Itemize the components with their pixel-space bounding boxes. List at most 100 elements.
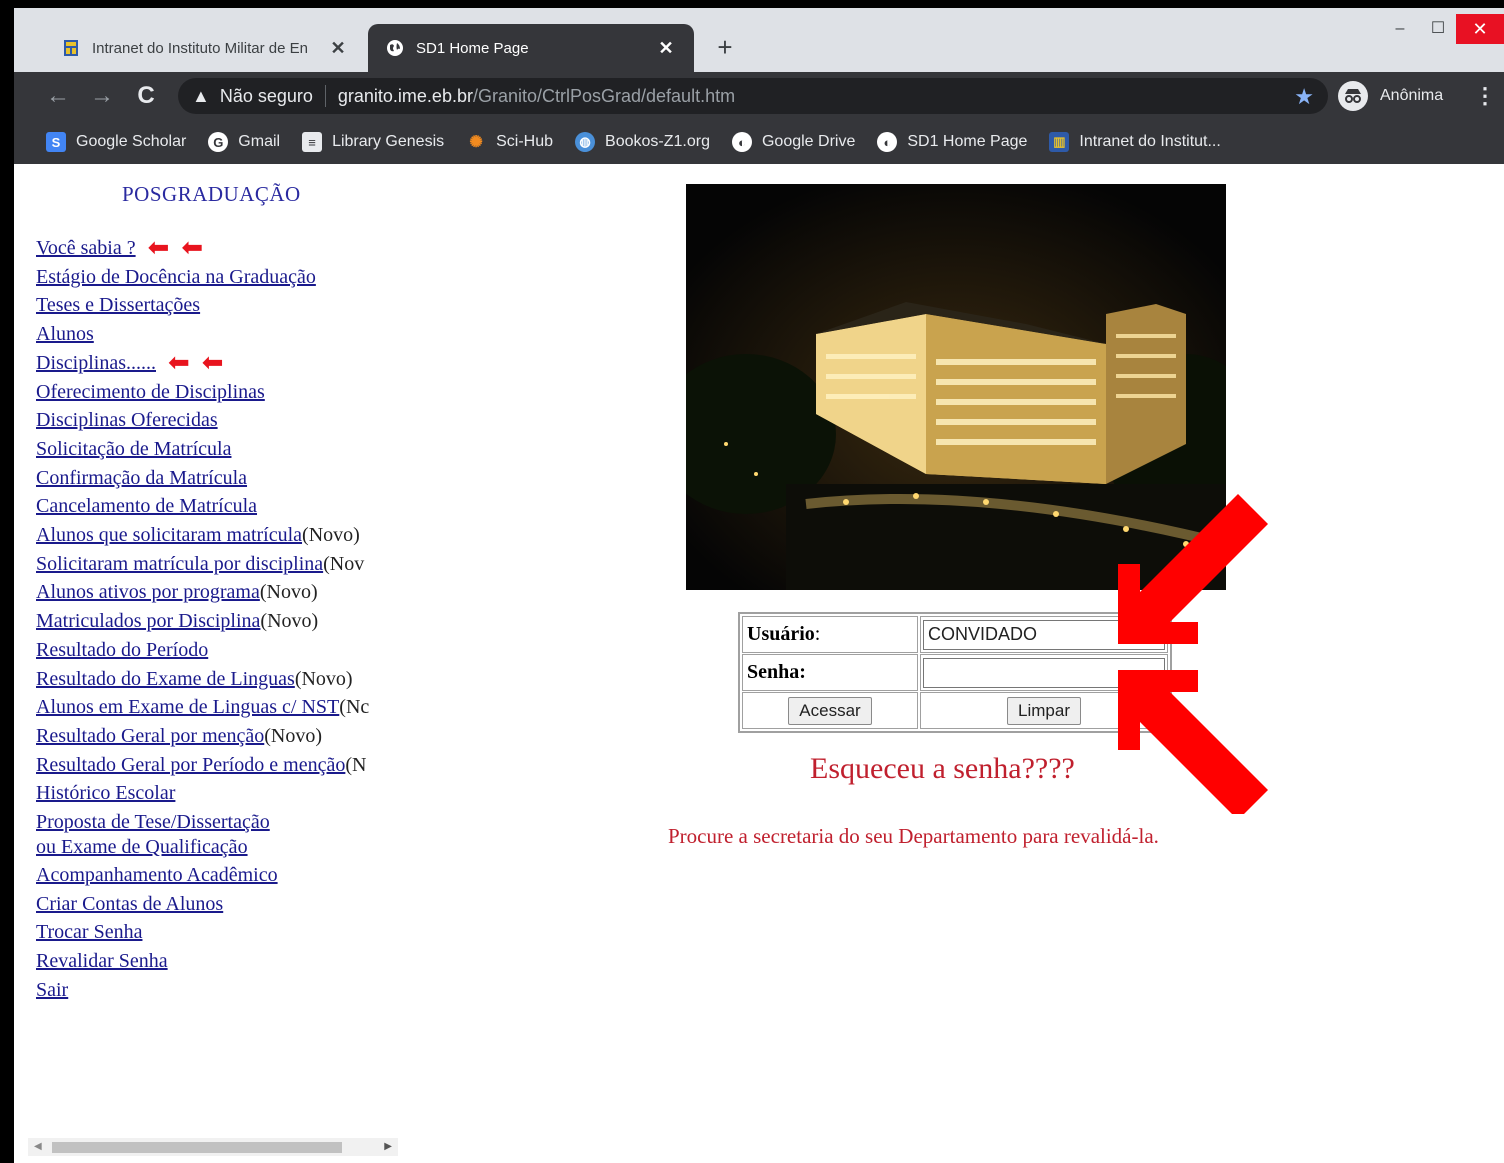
bookmark-gmail[interactable]: G Gmail [208,132,280,152]
red-arrow-icon: ⬅ [147,233,170,262]
bookmarks-bar: S Google Scholar G Gmail ≡ Library Genes… [14,120,1504,164]
forgot-password-instruction: Procure a secretaria do seu Departamento… [668,824,1159,848]
tab-sd1-home[interactable]: SD1 Home Page ✕ [368,24,694,72]
link[interactable]: Alunos [36,323,94,345]
link[interactable]: Solicitação de Matrícula [36,438,231,460]
bookmark-label: Sci-Hub [496,133,554,150]
sidebar-item-estagio: Estágio de Docência na Graduação [36,263,398,292]
sidebar-item-sair: Sair [36,976,398,1005]
bookmark-bookos[interactable]: ◍ Bookos-Z1.org [575,132,710,152]
browser-window: Intranet do Instituto Militar de En ✕ SD… [14,8,1504,1163]
username-label: Usuário : [742,616,918,653]
link[interactable]: Criar Contas de Alunos [36,893,223,915]
bookmark-library-genesis[interactable]: ≡ Library Genesis [302,132,444,152]
address-bar[interactable]: ▲ Não seguro granito.ime.eb.br/Granito/C… [178,78,1328,114]
username-input[interactable] [923,619,1165,650]
close-icon[interactable]: ✕ [328,38,348,59]
sidebar-item-matriculados: Matriculados por Disciplina(Novo) [36,607,398,636]
bookmark-label: Library Genesis [332,133,445,150]
new-badge: (Novo) [259,581,318,604]
link[interactable]: Disciplinas Oferecidas [36,409,218,431]
link[interactable]: Confirmação da Matrícula [36,467,247,489]
link[interactable]: Oferecimento de Disciplinas [36,381,265,403]
window-close-button[interactable]: ✕ [1456,14,1504,44]
sidebar-item-alunos-solicitaram: Alunos que solicitaram matrícula(Novo) [36,521,398,550]
link[interactable]: Resultado Geral por menção [36,725,264,747]
sidebar-item-voce-sabia: Você sabia ? ⬅ ⬅ [36,233,398,263]
link[interactable]: Alunos em Exame de Linguas c/ NST [36,696,339,718]
bookmark-intranet[interactable]: ▥ Intranet do Institut... [1049,132,1221,152]
sidebar-item-revalidar-senha: Revalidar Senha [36,947,398,976]
link[interactable]: Cancelamento de Matrícula [36,495,257,517]
sidebar-item-alunos-ativos: Alunos ativos por programa(Novo) [36,578,398,607]
back-arrow-icon[interactable]: ← [42,80,74,112]
link[interactable]: Trocar Senha [36,921,142,943]
link[interactable]: Alunos que solicitaram matrícula [36,524,302,546]
bookmark-label: Gmail [238,133,281,150]
new-tab-button[interactable]: + [710,32,740,62]
new-badge: (Nc [339,696,370,719]
divider [324,85,326,107]
limpar-button[interactable]: Limpar [1007,696,1081,725]
sidebar-item-cancelamento-matricula: Cancelamento de Matrícula [36,492,398,521]
google-scholar-icon: S [46,132,66,152]
link[interactable]: Resultado Geral por Período e menção [36,754,345,776]
scroll-right-icon[interactable]: ▶ [384,1138,392,1156]
link[interactable]: Disciplinas...... [36,352,156,374]
close-icon[interactable]: ✕ [656,38,676,59]
link[interactable]: Alunos ativos por programa [36,581,260,603]
sidebar-item-alunos: Alunos [36,320,398,349]
profile-label: Anônima [1380,87,1444,104]
security-label[interactable]: Não seguro [220,86,313,107]
sidebar-item-acompanhamento: Acompanhamento Acadêmico [36,861,398,890]
link[interactable]: ou Exame de Qualificação [36,836,248,858]
tab-intranet[interactable]: Intranet do Instituto Militar de En ✕ [44,24,366,72]
bookmark-google-drive[interactable]: ◐ Google Drive [731,132,856,152]
incognito-icon [1338,81,1368,111]
scrollbar-thumb[interactable] [52,1142,342,1153]
link[interactable]: Proposta de Tese/Dissertação [36,811,270,833]
minimize-button[interactable]: – [1380,14,1420,44]
bookmark-sd1-home[interactable]: ◐ SD1 Home Page [877,132,1027,152]
link[interactable]: Acompanhamento Acadêmico [36,864,278,886]
scroll-left-icon[interactable]: ◀ [34,1138,42,1156]
username-label-text: Usuário [747,623,815,645]
link[interactable]: Histórico Escolar [36,782,175,804]
link[interactable]: Sair [36,979,68,1001]
url-path: /Granito/CtrlPosGrad/default.htm [472,85,736,106]
sidebar-item-proposta-tese: Proposta de Tese/Dissertação [36,810,398,834]
sidebar-item-exame-qualificacao: ou Exame de Qualificação [36,834,398,861]
link[interactable]: Teses e Dissertações [36,294,200,316]
reload-icon[interactable]: C [130,80,162,112]
sidebar-item-oferecimento: Oferecimento de Disciplinas [36,378,398,407]
maximize-button[interactable]: ☐ [1418,14,1458,44]
sidebar-item-disciplinas-oferecidas: Disciplinas Oferecidas [36,406,398,435]
horizontal-scrollbar[interactable]: ◀ ▶ [28,1138,398,1156]
sidebar-item-resultado-periodo: Resultado do Período [36,636,398,665]
forward-arrow-icon[interactable]: → [86,80,118,112]
link[interactable]: Revalidar Senha [36,950,168,972]
link[interactable]: Resultado do Período [36,639,208,661]
new-badge: (Novo) [294,667,353,690]
password-input[interactable] [923,657,1165,688]
link[interactable]: Estágio de Docência na Graduação [36,266,316,288]
new-badge: (Novo) [260,610,319,633]
bookmark-sci-hub[interactable]: ✺ Sci-Hub [466,132,553,152]
link[interactable]: Solicitaram matrícula por disciplina [36,553,323,575]
link[interactable]: Matriculados por Disciplina [36,610,260,632]
sidebar-item-resultado-mencao: Resultado Geral por menção(Novo) [36,722,398,751]
sidebar-title: POSGRADUAÇÃO [122,182,301,206]
more-menu-icon[interactable]: ⋮ [1474,80,1496,112]
link[interactable]: Resultado do Exame de Linguas [36,668,295,690]
red-arrow-icon: ⬅ [181,233,204,262]
bookmark-star-icon[interactable]: ★ [1294,84,1314,110]
acessar-button[interactable]: Acessar [788,696,872,725]
campus-building-photo [686,184,1226,590]
link[interactable]: Você sabia ? [36,237,136,259]
profile-button[interactable]: Anônima [1338,80,1443,112]
sidebar-item-solicitacao-matricula: Solicitação de Matrícula [36,435,398,464]
bookmark-google-scholar[interactable]: S Google Scholar [46,132,186,152]
sidebar-item-teses: Teses e Dissertações [36,291,398,320]
bookmark-label: Google Drive [761,133,856,150]
tab-title: SD1 Home Page [416,39,529,57]
